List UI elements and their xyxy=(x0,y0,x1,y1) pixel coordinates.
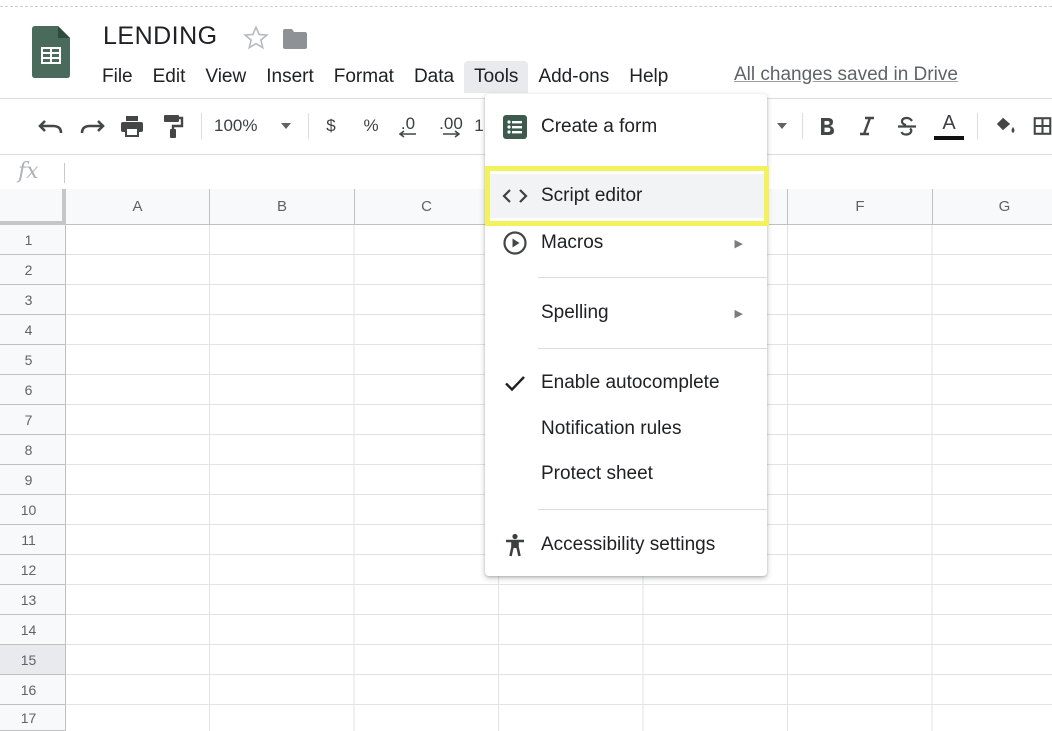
arrow-left-icon xyxy=(399,130,416,138)
menu-item-enable-autocomplete[interactable]: Enable autocomplete xyxy=(485,361,767,405)
menu-item-label: Spelling xyxy=(541,302,609,323)
menu-separator xyxy=(538,348,767,349)
row-header[interactable]: 14 xyxy=(0,615,66,645)
row-header[interactable]: 7 xyxy=(0,405,66,435)
format-currency-button[interactable]: $ xyxy=(318,111,344,141)
accessibility-icon xyxy=(501,531,529,559)
italic-icon[interactable] xyxy=(853,111,881,141)
row-header[interactable]: 13 xyxy=(0,585,66,615)
menu-item-macros[interactable]: Macros ▶ xyxy=(485,221,767,265)
toolbar-separator xyxy=(308,113,309,139)
menu-format[interactable]: Format xyxy=(324,61,404,93)
menu-item-create-form[interactable]: Create a form xyxy=(485,105,767,149)
row-header[interactable]: 12 xyxy=(0,555,66,585)
row-header[interactable]: 11 xyxy=(0,525,66,555)
menu-item-accessibility-settings[interactable]: Accessibility settings xyxy=(485,523,767,567)
menu-file[interactable]: File xyxy=(92,61,143,93)
menu-separator xyxy=(538,509,767,510)
text-color-swatch xyxy=(934,135,964,140)
menu-insert[interactable]: Insert xyxy=(256,61,324,93)
highlight-annotation-box xyxy=(485,166,769,226)
menu-bar: File Edit View Insert Format Data Tools … xyxy=(92,60,678,94)
submenu-arrow-icon: ▶ xyxy=(734,307,743,320)
star-icon[interactable] xyxy=(242,24,270,52)
menu-item-label: Protect sheet xyxy=(541,463,653,484)
column-header[interactable]: F xyxy=(788,189,933,225)
column-header[interactable]: B xyxy=(210,189,355,225)
row-header[interactable]: 3 xyxy=(0,285,66,315)
fill-color-icon[interactable] xyxy=(990,111,1020,141)
menu-view[interactable]: View xyxy=(195,61,256,93)
menu-item-label: Notification rules xyxy=(541,418,682,439)
zoom-dropdown-icon xyxy=(280,122,292,130)
row-header[interactable]: 10 xyxy=(0,495,66,525)
increase-decimal-button[interactable]: .00 xyxy=(435,111,467,141)
menu-item-label: Create a form xyxy=(541,116,658,137)
menu-item-label: Enable autocomplete xyxy=(541,372,720,393)
strikethrough-icon[interactable] xyxy=(893,111,921,141)
form-icon xyxy=(501,113,529,141)
row-header[interactable]: 5 xyxy=(0,345,66,375)
menu-edit[interactable]: Edit xyxy=(143,61,196,93)
folder-icon[interactable] xyxy=(282,28,308,50)
borders-icon[interactable] xyxy=(1033,111,1052,141)
sheets-logo-icon[interactable] xyxy=(32,26,70,78)
select-all-corner[interactable] xyxy=(0,189,66,225)
toolbar-separator xyxy=(802,113,803,139)
menu-separator xyxy=(538,277,767,278)
menu-item-protect-sheet[interactable]: Protect sheet xyxy=(485,452,767,496)
more-formats-button[interactable]: 1 xyxy=(472,111,486,141)
row-header[interactable]: 4 xyxy=(0,315,66,345)
menu-data[interactable]: Data xyxy=(404,61,464,93)
row-header[interactable]: 6 xyxy=(0,375,66,405)
text-color-button[interactable]: A xyxy=(933,111,965,141)
redo-icon[interactable] xyxy=(77,111,107,141)
formula-separator xyxy=(64,163,65,183)
column-header[interactable]: A xyxy=(66,189,210,225)
window-top-edge xyxy=(0,6,1052,7)
menu-help[interactable]: Help xyxy=(619,61,678,93)
save-status-link[interactable]: All changes saved in Drive xyxy=(734,64,958,86)
row-header[interactable]: 2 xyxy=(0,255,66,285)
toolbar-separator xyxy=(977,113,978,139)
decrease-decimal-button[interactable]: .0 xyxy=(393,111,423,141)
font-size-dropdown-icon[interactable] xyxy=(772,111,792,141)
undo-icon[interactable] xyxy=(36,111,66,141)
row-header[interactable]: 8 xyxy=(0,435,66,465)
paint-format-icon[interactable] xyxy=(158,111,188,141)
text-color-letter: A xyxy=(942,111,956,134)
menu-item-label: Accessibility settings xyxy=(541,534,716,555)
print-icon[interactable] xyxy=(117,111,147,141)
menu-item-spelling[interactable]: Spelling ▶ xyxy=(485,291,767,335)
menu-tools[interactable]: Tools xyxy=(464,61,529,93)
toolbar-separator xyxy=(201,113,202,139)
menu-item-label: Macros xyxy=(541,232,604,253)
checkmark-icon xyxy=(501,369,529,397)
menu-item-notification-rules[interactable]: Notification rules xyxy=(485,407,767,451)
row-header[interactable]: 16 xyxy=(0,675,66,705)
row-header[interactable]: 17 xyxy=(0,705,66,731)
column-header[interactable]: C xyxy=(355,189,499,225)
document-title[interactable]: LENDING xyxy=(103,22,218,51)
arrow-right-icon xyxy=(443,130,460,138)
format-percent-button[interactable]: % xyxy=(358,111,384,141)
menu-add-ons[interactable]: Add-ons xyxy=(528,61,619,93)
play-circle-icon xyxy=(501,229,529,257)
row-header-selected[interactable]: 15 xyxy=(0,645,66,675)
bold-icon[interactable] xyxy=(813,111,841,141)
fx-icon: fx xyxy=(18,159,39,184)
zoom-select[interactable]: 100% xyxy=(214,111,298,141)
submenu-arrow-icon: ▶ xyxy=(734,237,743,250)
zoom-value: 100% xyxy=(214,116,258,135)
row-header[interactable]: 1 xyxy=(0,225,66,255)
row-header[interactable]: 9 xyxy=(0,465,66,495)
column-header[interactable]: G xyxy=(933,189,1052,225)
